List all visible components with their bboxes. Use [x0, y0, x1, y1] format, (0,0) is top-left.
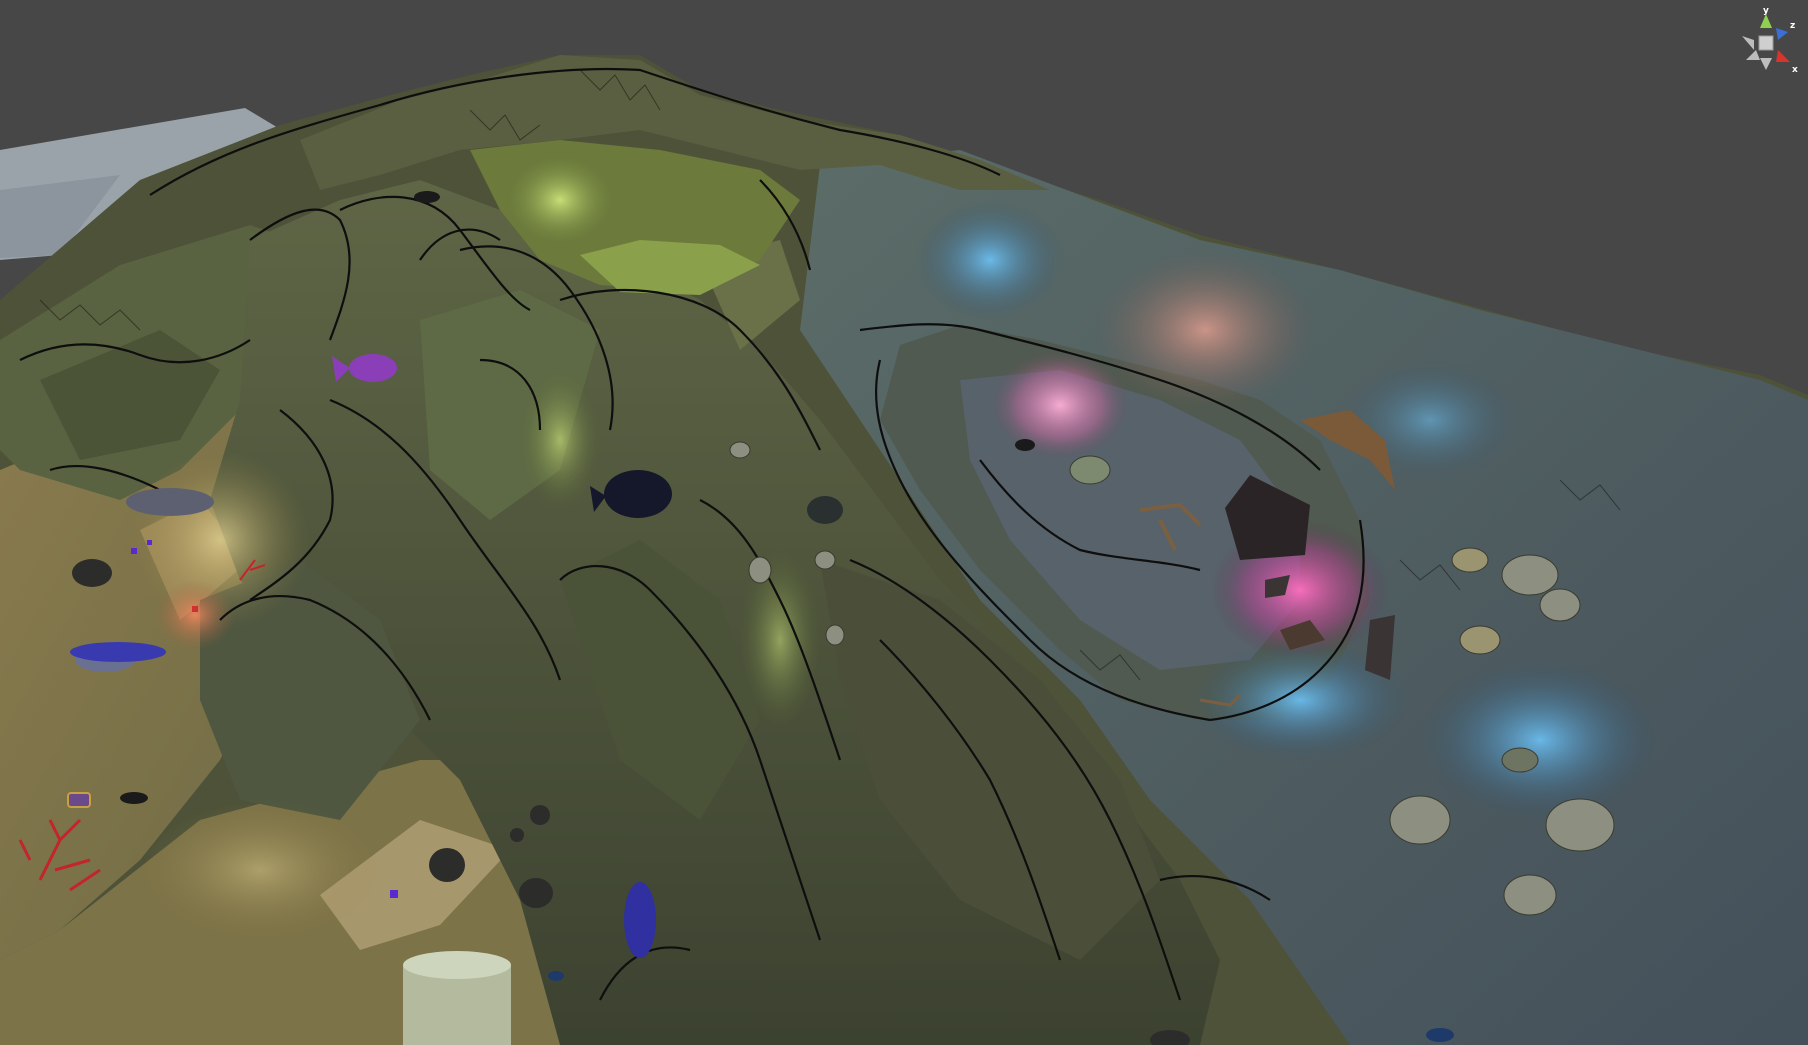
- boulder: [1503, 874, 1557, 916]
- purple-fish: [349, 354, 397, 382]
- z-axis-label: z: [1790, 21, 1795, 31]
- small-fish: [1015, 439, 1035, 451]
- x-axis-label: x: [1792, 65, 1798, 75]
- dark-rock: [519, 878, 553, 908]
- center-cube: [1758, 35, 1774, 51]
- boulder: [1545, 798, 1615, 852]
- cylinder-object: [403, 951, 511, 1045]
- boulder: [1501, 747, 1539, 773]
- blue-coral-patch: [624, 882, 656, 958]
- blue-glow: [1420, 660, 1660, 820]
- boulder: [825, 624, 845, 646]
- boulder: [748, 556, 772, 584]
- small-fish: [1426, 1028, 1454, 1042]
- yellow-glow: [140, 800, 380, 940]
- boulder: [1069, 455, 1111, 485]
- neg-x-cone: [1742, 36, 1754, 50]
- dark-rock: [530, 805, 550, 825]
- neg-y-cone: [1760, 58, 1772, 70]
- dark-rock: [126, 488, 214, 516]
- boulder: [1451, 547, 1489, 573]
- small-fish: [548, 971, 564, 981]
- boulder: [1389, 795, 1451, 845]
- turtle: [807, 496, 843, 524]
- orientation-gizmo[interactable]: y z x: [1728, 6, 1804, 76]
- purple-cube: [390, 890, 398, 898]
- dark-rock: [429, 848, 465, 882]
- boulder: [1539, 588, 1581, 622]
- purple-cube: [131, 548, 137, 554]
- terrain-scene[interactable]: [0, 0, 1808, 1045]
- purple-cube: [147, 540, 152, 545]
- y-axis-label: y: [1763, 6, 1769, 16]
- y-axis-cone: [1760, 14, 1772, 28]
- dark-fish: [604, 470, 672, 518]
- red-cube: [192, 606, 198, 612]
- neg-z-cone: [1746, 50, 1760, 60]
- dark-rock: [510, 828, 524, 842]
- boulder: [1501, 554, 1559, 596]
- chest-object: [67, 792, 91, 808]
- small-fish: [414, 191, 440, 203]
- salmon-glow: [1095, 250, 1315, 410]
- blue-coral-patch: [70, 642, 166, 662]
- boulder: [1459, 625, 1501, 655]
- blue-glow: [915, 200, 1065, 320]
- small-fish: [120, 792, 148, 804]
- boulder: [729, 441, 751, 459]
- scene-viewport[interactable]: y z x: [0, 0, 1808, 1045]
- orange-glow: [155, 580, 235, 650]
- z-axis-cone: [1776, 28, 1788, 40]
- dark-rock: [72, 559, 112, 587]
- x-axis-cone: [1776, 50, 1790, 62]
- boulder: [814, 550, 836, 570]
- blue-glow: [1340, 360, 1520, 480]
- green-glow: [500, 150, 620, 250]
